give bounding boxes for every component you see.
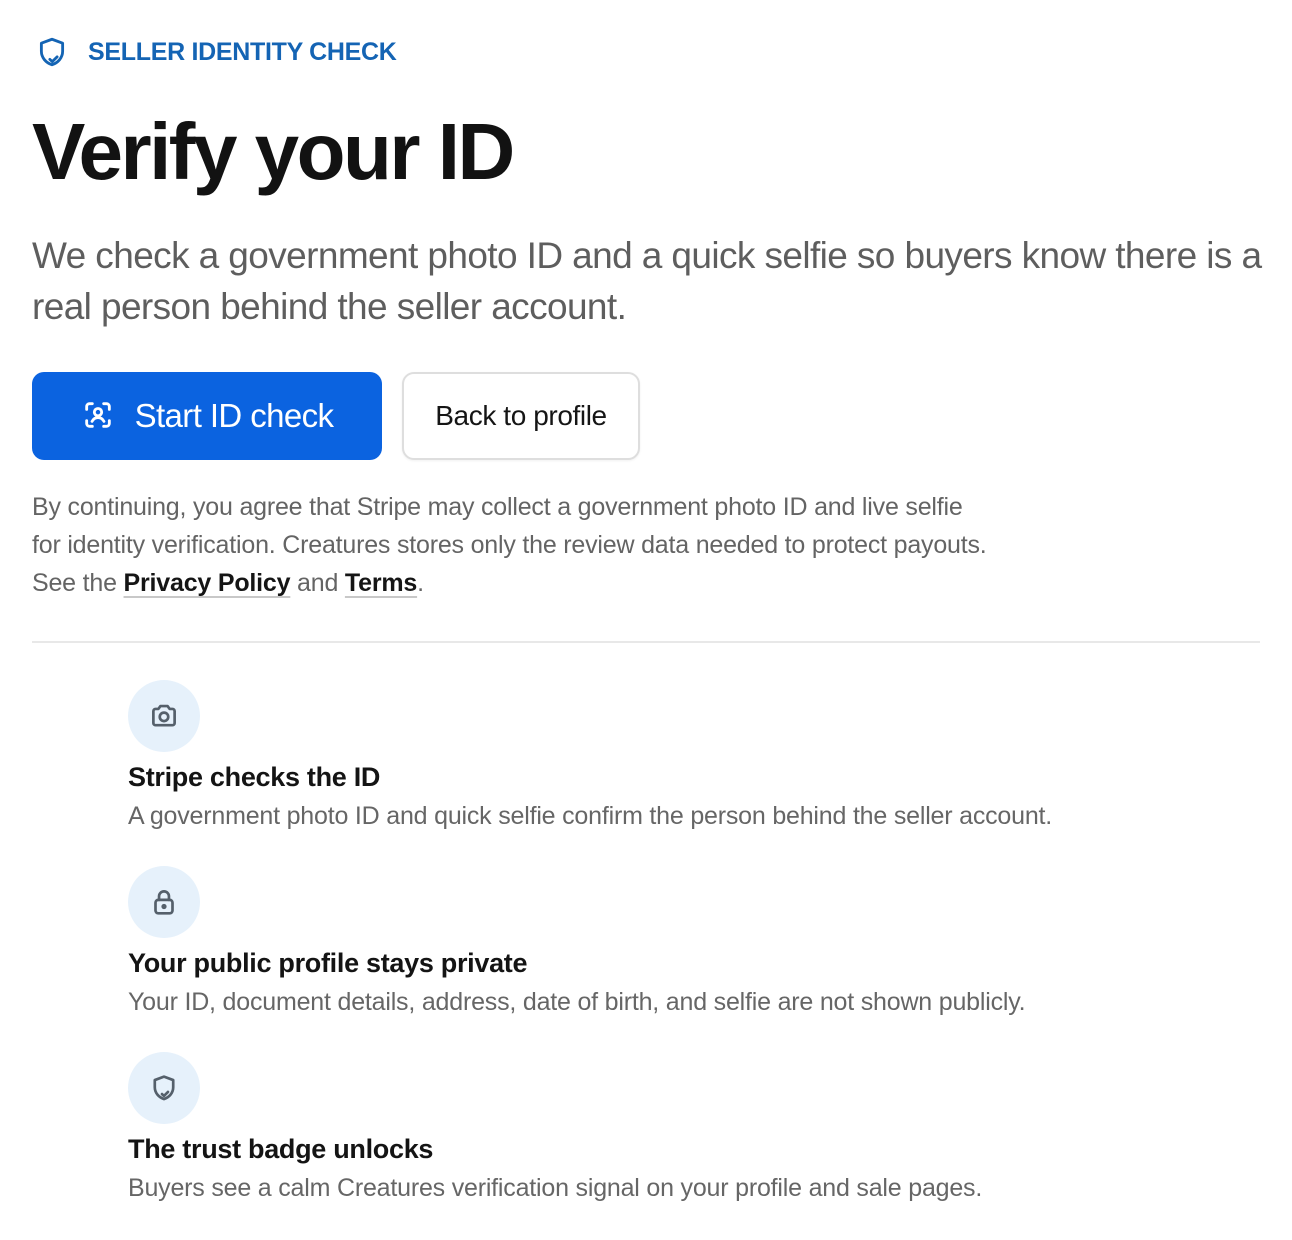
consent-text-middle: and [290, 569, 345, 597]
feature-title: Your public profile stays private [128, 948, 528, 978]
lock-icon [128, 866, 200, 938]
divider [32, 641, 1260, 643]
feature-item: Stripe checks the ID A government photo … [128, 680, 1228, 866]
feature-item: The trust badge unlocks Buyers see a cal… [128, 1052, 1228, 1238]
camera-icon [128, 680, 200, 752]
shield-check-icon [128, 1052, 200, 1124]
start-id-check-label: Start ID check [134, 397, 334, 434]
feature-text: A government photo ID and quick selfie c… [128, 802, 1053, 830]
feature-text: Your ID, document details, address, date… [128, 988, 1026, 1016]
back-to-profile-button[interactable]: Back to profile [402, 372, 640, 460]
face-scan-icon [81, 398, 115, 435]
page-title: Verify your ID [32, 107, 515, 196]
action-buttons: Start ID check Back to profile [32, 372, 640, 460]
feature-title: Stripe checks the ID [128, 762, 381, 792]
eyebrow: SELLER IDENTITY CHECK [34, 34, 397, 70]
privacy-policy-link[interactable]: Privacy Policy [124, 569, 291, 597]
feature-list: Stripe checks the ID A government photo … [128, 680, 1228, 1238]
terms-link[interactable]: Terms [345, 569, 417, 597]
page: SELLER IDENTITY CHECK Verify your ID We … [0, 0, 1292, 1240]
feature-title: The trust badge unlocks [128, 1134, 434, 1164]
start-id-check-button[interactable]: Start ID check [32, 372, 382, 460]
feature-text: Buyers see a calm Creatures verification… [128, 1174, 983, 1202]
shield-check-icon [34, 34, 70, 70]
lead-text: We check a government photo ID and a qui… [32, 235, 1262, 327]
feature-item: Your public profile stays private Your I… [128, 866, 1228, 1052]
back-to-profile-label: Back to profile [435, 400, 607, 431]
eyebrow-label: SELLER IDENTITY CHECK [88, 37, 397, 66]
consent-text-after: . [417, 569, 424, 597]
consent-text: By continuing, you agree that Stripe may… [32, 488, 992, 602]
